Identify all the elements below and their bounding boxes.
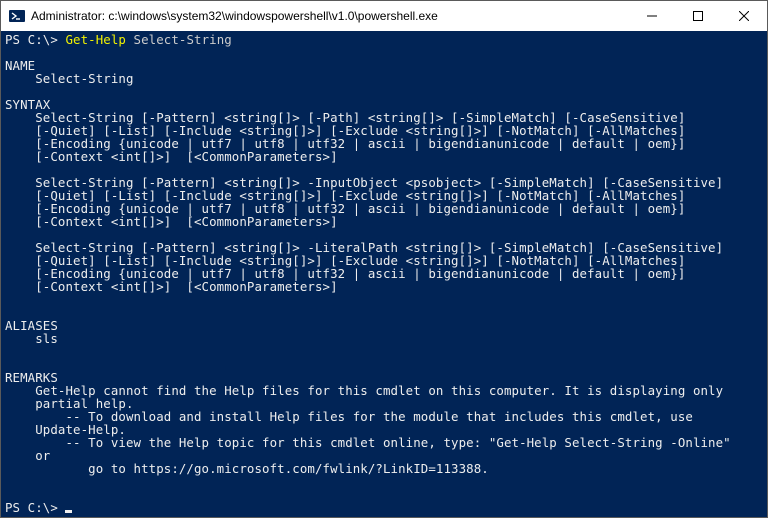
- remarks-line: -- To view the Help topic for this cmdle…: [5, 435, 731, 450]
- minimize-button[interactable]: [629, 1, 675, 31]
- powershell-icon: [9, 8, 25, 24]
- syntax-line: [-Context <int[]>] [<CommonParameters>]: [5, 149, 338, 164]
- terminal-output[interactable]: PS C:\> Get-Help Select-String NAME Sele…: [1, 31, 767, 517]
- syntax-line: [-Context <int[]>] [<CommonParameters>]: [5, 214, 338, 229]
- command-argument: Select-String: [134, 32, 232, 47]
- prompt-prefix: PS C:\>: [5, 500, 65, 515]
- window-title: Administrator: c:\windows\system32\windo…: [31, 9, 438, 23]
- prompt-prefix: PS C:\>: [5, 32, 65, 47]
- close-button[interactable]: [721, 1, 767, 31]
- remarks-line: go to https://go.microsoft.com/fwlink/?L…: [5, 461, 489, 476]
- maximize-button[interactable]: [675, 1, 721, 31]
- name-value: Select-String: [5, 71, 134, 86]
- titlebar[interactable]: Administrator: c:\windows\system32\windo…: [1, 1, 767, 31]
- powershell-window: Administrator: c:\windows\system32\windo…: [0, 0, 768, 518]
- aliases-value: sls: [5, 331, 58, 346]
- command-name: Get-Help: [65, 32, 133, 47]
- cursor: [65, 510, 72, 513]
- syntax-line: [-Context <int[]>] [<CommonParameters>]: [5, 279, 338, 294]
